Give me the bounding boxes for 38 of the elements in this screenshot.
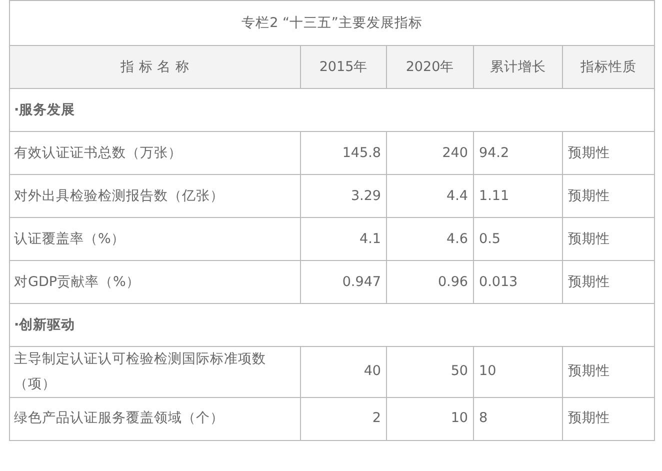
table-cell: 1.11 (474, 174, 562, 218)
section-heading: ·创新驱动 (10, 304, 654, 346)
table-cell: 预期性 (562, 132, 654, 174)
table-cell: 0.96 (386, 260, 474, 304)
column-header: 2015年 (300, 46, 386, 88)
table-cell: 4.1 (300, 218, 386, 260)
table-cell: 4.4 (386, 174, 474, 218)
column-header: 2020年 (386, 46, 474, 88)
table-cell: 预期性 (562, 346, 654, 398)
table-cell: 10 (386, 397, 474, 440)
column-header: 累计增长 (474, 46, 562, 88)
column-header: 指标性质 (562, 46, 654, 88)
table-cell: 认证覆盖率（%） (10, 218, 300, 260)
table-cell: 40 (300, 346, 386, 398)
table-cell: 145.8 (300, 132, 386, 174)
table-cell: 3.29 (300, 174, 386, 218)
table-cell: 50 (386, 346, 474, 398)
table-cell: 0.947 (300, 260, 386, 304)
section-heading: ·服务发展 (10, 88, 654, 132)
column-header: 指 标 名 称 (10, 46, 300, 88)
table-cell: 主导制定认证认可检验检测国际标准项数（项） (10, 346, 300, 398)
table-cell: 10 (474, 346, 562, 398)
table-cell: 有效认证证书总数（万张） (10, 132, 300, 174)
table-cell: 预期性 (562, 218, 654, 260)
table-cell: 4.6 (386, 218, 474, 260)
table-cell: 0.013 (474, 260, 562, 304)
table-cell: 8 (474, 397, 562, 440)
table-title: 专栏2 “十三五”主要发展指标 (10, 0, 654, 46)
table-cell: 2 (300, 397, 386, 440)
table-cell: 240 (386, 132, 474, 174)
table-cell: 绿色产品认证服务覆盖领域（个） (10, 397, 300, 440)
table-cell: 预期性 (562, 174, 654, 218)
table-cell: 对GDP贡献率（%） (10, 260, 300, 304)
table-cell: 对外出具检验检测报告数（亿张） (10, 174, 300, 218)
table-cell: 预期性 (562, 260, 654, 304)
table-cell: 预期性 (562, 397, 654, 440)
table-cell: 0.5 (474, 218, 562, 260)
table-cell: 94.2 (474, 132, 562, 174)
